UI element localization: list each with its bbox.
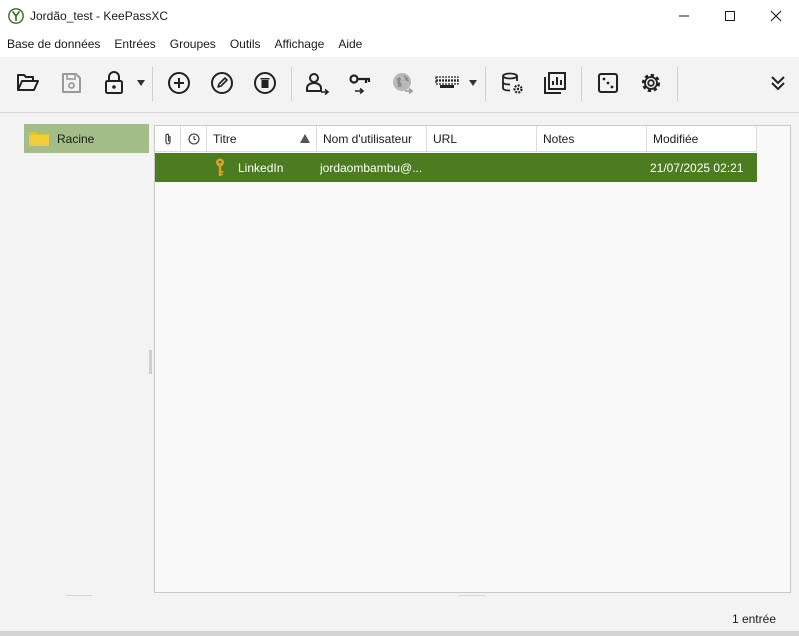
folder-icon (29, 131, 49, 146)
more-tools-button[interactable] (763, 68, 793, 98)
column-header-modified[interactable]: Modifiée (647, 126, 757, 152)
close-button[interactable] (753, 0, 799, 31)
minimize-button[interactable] (661, 0, 707, 31)
add-entry-button[interactable] (164, 68, 194, 98)
triangle-down-icon (137, 80, 145, 86)
autotype-button[interactable] (432, 68, 462, 98)
globe-arrow-icon (393, 73, 414, 95)
pencil-circle-icon (211, 72, 233, 94)
double-chevron-down-icon (771, 76, 785, 91)
edit-entry-button[interactable] (207, 68, 237, 98)
maximize-icon (725, 10, 735, 21)
window-title: Jordão_test - KeePassXC (30, 8, 169, 23)
toolbar-separator (485, 67, 486, 101)
toolbar-separator (291, 67, 292, 101)
column-header-title[interactable]: Titre (207, 126, 317, 152)
toolbar-separator (677, 67, 678, 101)
entry-modified: 21/07/2025 02:21 (650, 160, 744, 175)
column-header-label: URL (433, 132, 458, 146)
window-bottom-edge (0, 631, 799, 636)
menu-view[interactable]: Affichage (275, 37, 325, 51)
column-header-expires[interactable] (181, 126, 207, 152)
column-header-url[interactable]: URL (427, 126, 537, 152)
copy-password-button[interactable] (345, 68, 375, 98)
gear-icon (641, 73, 661, 93)
window-controls (661, 0, 799, 31)
open-database-button[interactable] (13, 68, 43, 98)
settings-button[interactable] (636, 68, 666, 98)
sort-ascending-icon (300, 134, 310, 143)
entry-icon-cell (215, 153, 231, 182)
menu-bar: Base de données Entrées Groupes Outils A… (0, 31, 799, 57)
password-generator-button[interactable] (593, 68, 623, 98)
menu-tools[interactable]: Outils (230, 37, 261, 51)
scroll-indicator (66, 595, 92, 596)
autotype-dropdown-arrow[interactable] (469, 79, 477, 87)
column-header-label: Nom d'utilisateur (323, 132, 412, 146)
splitter-handle[interactable] (149, 350, 152, 374)
copy-username-button[interactable] (302, 68, 332, 98)
copy-url-button[interactable] (388, 68, 418, 98)
clock-icon (188, 133, 200, 145)
menu-entries[interactable]: Entrées (114, 37, 155, 51)
toolbar-separator (152, 67, 153, 101)
database-settings-button[interactable] (497, 68, 527, 98)
dice-icon (598, 73, 618, 93)
minimize-icon (679, 15, 689, 16)
column-header-label: Modifiée (653, 132, 699, 146)
keyboard-icon (435, 76, 459, 88)
plus-circle-icon (168, 72, 190, 94)
toolbar (0, 57, 799, 113)
group-label: Racine (57, 131, 95, 146)
menu-database[interactable]: Base de données (7, 37, 100, 51)
close-icon (770, 10, 782, 21)
trash-circle-icon (254, 72, 276, 94)
column-header-attachment[interactable] (155, 126, 181, 152)
toolbar-separator (581, 67, 582, 101)
key-arrow-icon (349, 74, 371, 95)
scroll-indicator (458, 595, 486, 596)
save-database-button[interactable] (56, 68, 86, 98)
group-tree: Racine (0, 114, 152, 598)
user-arrow-icon (306, 73, 330, 96)
keepassxc-logo-icon (8, 7, 24, 24)
column-header-label: Notes (543, 132, 575, 146)
triangle-down-icon (469, 80, 477, 86)
lock-database-button[interactable] (99, 68, 129, 98)
database-reports-button[interactable] (540, 68, 570, 98)
floppy-disk-icon (62, 73, 81, 93)
delete-entry-button[interactable] (250, 68, 280, 98)
column-header-notes[interactable]: Notes (537, 126, 647, 152)
key-icon (216, 158, 224, 176)
folder-open-icon (17, 74, 39, 91)
entry-count: 1 entrée (731, 612, 776, 626)
entry-url (433, 153, 537, 182)
entry-title: LinkedIn (238, 160, 284, 175)
entry-notes (543, 153, 647, 182)
reports-icon (544, 72, 566, 94)
menu-groups[interactable]: Groupes (170, 37, 216, 51)
column-header-username[interactable]: Nom d'utilisateur (317, 126, 427, 152)
column-header-label: Titre (213, 132, 237, 146)
maximize-button[interactable] (707, 0, 753, 31)
padlock-icon (105, 71, 123, 94)
group-item-root[interactable]: Racine (24, 124, 149, 153)
menu-help[interactable]: Aide (338, 37, 362, 51)
paperclip-icon (165, 133, 171, 145)
database-gear-icon (502, 72, 523, 94)
lock-dropdown-arrow[interactable] (137, 79, 145, 87)
table-header: Titre Nom d'utilisateur URL Notes Modifi… (155, 126, 757, 152)
entry-table: Titre Nom d'utilisateur URL Notes Modifi… (154, 125, 791, 593)
entry-username: jordaombambu@... (320, 160, 423, 175)
title-bar: Jordão_test - KeePassXC (0, 0, 799, 31)
table-row[interactable]: LinkedIn jordaombambu@... 21/07/2025 02:… (155, 153, 757, 182)
